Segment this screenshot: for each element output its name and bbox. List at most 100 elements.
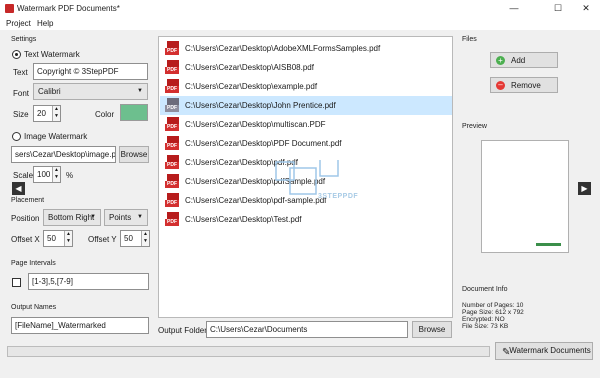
watermark-overlay-text: 3STEPPDF bbox=[318, 193, 359, 200]
pdf-file-icon: PDF bbox=[165, 155, 179, 170]
page-intervals-checkbox[interactable] bbox=[12, 278, 21, 287]
offset-x-label: Offset X bbox=[11, 235, 40, 244]
font-select[interactable]: Calibri ▼ bbox=[33, 83, 148, 100]
font-label: Font bbox=[13, 89, 30, 98]
image-path-input[interactable]: sers\Cezar\Desktop\image.png bbox=[11, 146, 116, 163]
chevron-left-icon[interactable]: ◀ bbox=[12, 182, 25, 195]
settings-group-label: Settings bbox=[11, 36, 37, 43]
image-watermark-radio[interactable] bbox=[12, 132, 21, 141]
color-swatch-button[interactable] bbox=[120, 104, 148, 121]
watermark-text-input[interactable]: Copyright © 3StepPDF bbox=[33, 63, 148, 80]
doc-info-file-size: File Size: 73 KB bbox=[462, 323, 509, 330]
pdf-file-icon: PDF bbox=[165, 79, 179, 94]
file-row[interactable]: PDF C:\Users\Cezar\Desktop\multiscan.PDF bbox=[160, 115, 452, 134]
remove-button[interactable]: – Remove bbox=[490, 77, 558, 93]
offset-x-value: 50 bbox=[47, 234, 56, 243]
close-button[interactable]: ✕ bbox=[572, 2, 600, 15]
offset-y-stepper[interactable]: 50 ▲ ▼ bbox=[120, 230, 150, 247]
pdf-file-icon: PDF bbox=[165, 41, 179, 56]
placement-group-label: Placement bbox=[11, 197, 45, 204]
chevron-down-icon: ▼ bbox=[137, 214, 143, 220]
watermark-documents-label: Watermark Documents bbox=[509, 346, 591, 355]
pdf-file-icon: PDF bbox=[165, 193, 179, 208]
output-folder-input[interactable]: C:\Users\Cezar\Documents bbox=[206, 321, 408, 338]
file-path: C:\Users\Cezar\Desktop\PDF Document.pdf bbox=[185, 139, 342, 148]
chevron-down-icon: ▼ bbox=[137, 88, 143, 94]
preview-watermark-mark bbox=[536, 243, 561, 246]
preview-group-label: Preview bbox=[462, 123, 487, 130]
pdf-file-icon: PDF bbox=[165, 136, 179, 151]
file-row[interactable]: PDF C:\Users\Cezar\Desktop\PDF Document.… bbox=[160, 134, 452, 153]
file-path: C:\Users\Cezar\Desktop\Test.pdf bbox=[185, 215, 302, 224]
units-select[interactable]: Points ▼ bbox=[104, 209, 148, 226]
file-row[interactable]: PDF C:\Users\Cezar\Desktop\example.pdf bbox=[160, 77, 452, 96]
menu-help[interactable]: Help bbox=[37, 19, 53, 28]
chevron-down-icon: ▼ bbox=[90, 214, 96, 220]
position-label: Position bbox=[11, 214, 40, 223]
document-info-group-label: Document Info bbox=[462, 286, 508, 293]
pdf-file-icon: PDF bbox=[165, 212, 179, 227]
position-select[interactable]: Bottom Right ▼ bbox=[43, 209, 101, 226]
scale-value: 100 bbox=[37, 170, 51, 179]
stamp-icon: ✎ bbox=[502, 347, 511, 358]
add-button[interactable]: + Add bbox=[490, 52, 558, 68]
app-icon bbox=[5, 4, 14, 13]
position-value: Bottom Right bbox=[48, 213, 95, 222]
minus-icon: – bbox=[496, 81, 505, 90]
page-intervals-input[interactable]: [1-3],5,[7-9] bbox=[28, 273, 149, 290]
scale-unit: % bbox=[66, 171, 74, 180]
plus-icon: + bbox=[496, 56, 505, 65]
file-path: C:\Users\Cezar\Desktop\example.pdf bbox=[185, 82, 318, 91]
pdf-file-icon: PDF bbox=[165, 117, 179, 132]
file-path: C:\Users\Cezar\Desktop\multiscan.PDF bbox=[185, 120, 326, 129]
scale-label: Scale bbox=[13, 171, 34, 180]
pdf-file-icon: PDF bbox=[165, 174, 179, 189]
spin-arrows-icon[interactable]: ▲ ▼ bbox=[141, 231, 149, 246]
color-label: Color bbox=[95, 110, 115, 119]
watermark-logo: 3STEPPDF bbox=[268, 157, 359, 205]
page-intervals-group-label: Page Intervals bbox=[11, 260, 56, 267]
output-names-input[interactable]: [FileName]_Watermarked bbox=[11, 317, 149, 334]
chevron-right-icon[interactable]: ▶ bbox=[578, 182, 591, 195]
text-watermark-label: Text Watermark bbox=[24, 50, 80, 59]
output-folder-label: Output Folder bbox=[158, 326, 207, 335]
spin-arrows-icon[interactable]: ▲ ▼ bbox=[52, 106, 60, 121]
text-watermark-radio[interactable] bbox=[12, 50, 21, 59]
font-select-value: Calibri bbox=[38, 87, 61, 96]
watermark-documents-button[interactable]: ✎ Watermark Documents bbox=[495, 342, 593, 360]
menu-bar bbox=[0, 17, 600, 30]
file-path: C:\Users\Cezar\Desktop\John Prentice.pdf bbox=[185, 101, 336, 110]
spin-arrows-icon[interactable]: ▲ ▼ bbox=[64, 231, 72, 246]
spin-arrows-icon[interactable]: ▲ ▼ bbox=[52, 167, 60, 182]
file-row-selected[interactable]: PDF C:\Users\Cezar\Desktop\John Prentice… bbox=[160, 96, 452, 115]
size-label: Size bbox=[13, 110, 29, 119]
offset-x-stepper[interactable]: 50 ▲ ▼ bbox=[43, 230, 73, 247]
scale-stepper[interactable]: 100 ▲ ▼ bbox=[33, 166, 61, 183]
file-row[interactable]: PDF C:\Users\Cezar\Desktop\Test.pdf bbox=[160, 210, 452, 229]
offset-y-value: 50 bbox=[124, 234, 133, 243]
add-button-label: Add bbox=[511, 56, 526, 65]
file-row[interactable]: PDF C:\Users\Cezar\Desktop\AISB08.pdf bbox=[160, 58, 452, 77]
output-names-group-label: Output Names bbox=[11, 304, 57, 311]
remove-button-label: Remove bbox=[511, 81, 541, 90]
menu-project[interactable]: Project bbox=[6, 19, 31, 28]
pdf-file-icon: PDF bbox=[165, 98, 179, 113]
size-stepper[interactable]: 20 ▲ ▼ bbox=[33, 105, 61, 122]
files-group-label: Files bbox=[462, 36, 477, 43]
pdf-file-icon: PDF bbox=[165, 60, 179, 75]
units-value: Points bbox=[109, 213, 132, 222]
image-watermark-label: Image Watermark bbox=[24, 132, 88, 141]
progress-bar bbox=[7, 346, 490, 357]
window-title: Watermark PDF Documents* bbox=[17, 4, 120, 13]
file-path: C:\Users\Cezar\Desktop\AdobeXMLFormsSamp… bbox=[185, 44, 381, 53]
size-value: 20 bbox=[37, 109, 46, 118]
output-folder-browse-button[interactable]: Browse bbox=[412, 321, 452, 338]
minimize-button[interactable]: — bbox=[500, 2, 528, 15]
page-preview bbox=[481, 140, 569, 253]
file-path: C:\Users\Cezar\Desktop\AISB08.pdf bbox=[185, 63, 314, 72]
maximize-button[interactable]: ☐ bbox=[544, 2, 572, 15]
file-row[interactable]: PDF C:\Users\Cezar\Desktop\AdobeXMLForms… bbox=[160, 39, 452, 58]
image-browse-button[interactable]: Browse bbox=[119, 146, 149, 163]
text-label: Text bbox=[13, 68, 28, 77]
offset-y-label: Offset Y bbox=[88, 235, 117, 244]
